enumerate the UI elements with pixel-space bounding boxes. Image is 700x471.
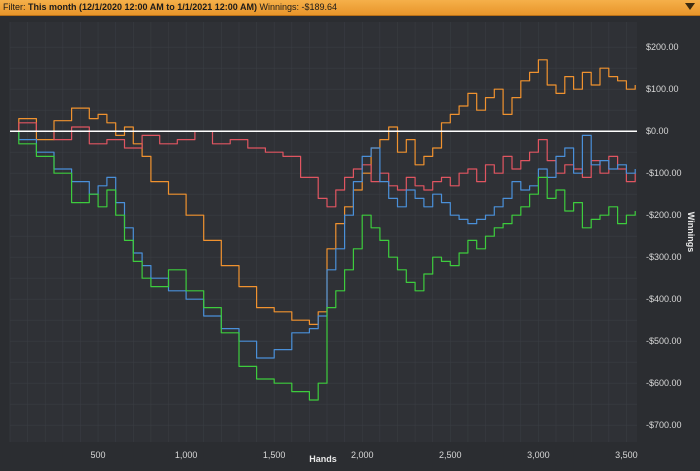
y-axis-ticks: $200.00 $100.00 $0.00 -$100.00 -$200.00 -$300… [646, 42, 682, 430]
x-tick-label: 3,000 [527, 450, 550, 460]
y-tick-label: -$300.00 [646, 252, 682, 262]
x-tick-label: 2,500 [439, 450, 462, 460]
filter-text: Filter: This month (12/1/2020 12:00 AM t… [3, 2, 337, 12]
y-tick-label: $200.00 [646, 42, 679, 52]
winnings-value: -$189.64 [301, 2, 338, 12]
filter-range: This month (12/1/2020 12:00 AM to 1/1/20… [28, 2, 257, 12]
x-tick-label: 2,000 [351, 450, 374, 460]
y-tick-label: $100.00 [646, 84, 679, 94]
y-tick-label: $0.00 [646, 126, 669, 136]
plot-area [10, 22, 637, 442]
winnings-chart: 500 1,000 1,500 2,000 2,500 3,000 3,500 $200.0… [9, 22, 696, 464]
y-tick-label: -$600.00 [646, 378, 682, 388]
y-tick-label: -$100.00 [646, 168, 682, 178]
x-axis-label: Hands [309, 454, 337, 464]
x-tick-label: 3,500 [615, 450, 638, 460]
filter-bar[interactable]: Filter: This month (12/1/2020 12:00 AM t… [0, 0, 700, 16]
y-tick-label: -$200.00 [646, 210, 682, 220]
y-tick-label: -$400.00 [646, 294, 682, 304]
chevron-down-icon[interactable] [685, 3, 695, 10]
x-axis-ticks: 500 1,000 1,500 2,000 2,500 3,000 3,500 [91, 450, 638, 460]
x-tick-label: 1,500 [263, 450, 286, 460]
x-tick-label: 1,000 [175, 450, 198, 460]
y-tick-label: -$500.00 [646, 336, 682, 346]
y-axis-label: Winnings [686, 212, 696, 252]
winnings-label: Winnings: [259, 2, 299, 12]
x-tick-label: 500 [91, 450, 106, 460]
y-tick-label: -$700.00 [646, 420, 682, 430]
filter-label: Filter: [3, 2, 26, 12]
